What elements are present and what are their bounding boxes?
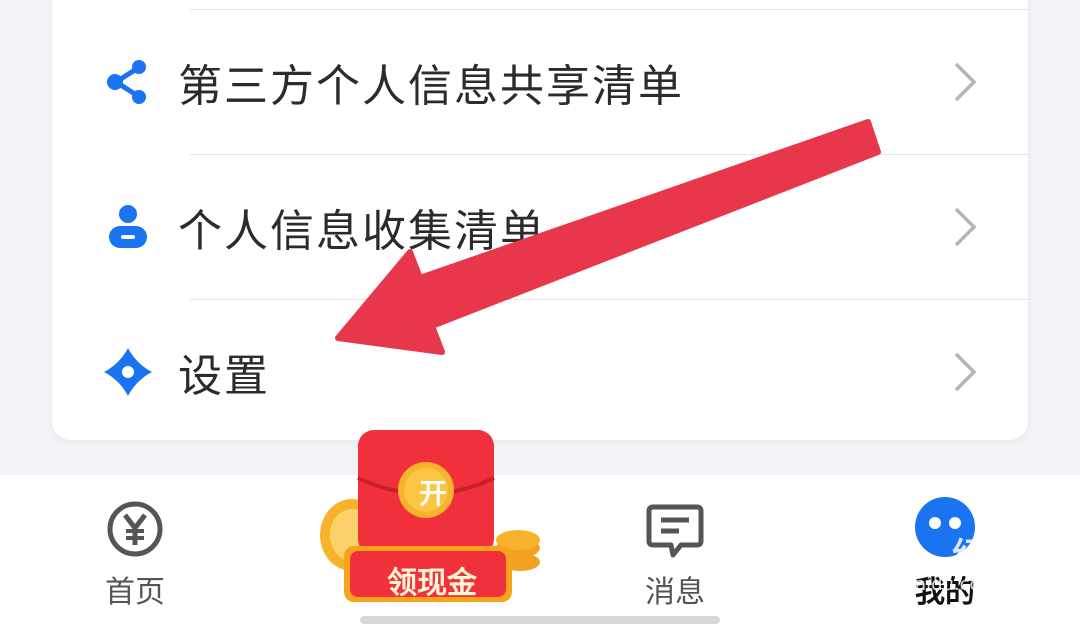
tab-home-label: 首页 (105, 575, 165, 610)
tab-me[interactable]: 我的 (865, 475, 1025, 625)
tab-me-label: 我的 (915, 575, 975, 610)
cash-open-label: 开 (418, 477, 447, 510)
yuan-icon (107, 501, 163, 557)
settings-icon (100, 344, 156, 400)
chevron-right-icon (954, 207, 977, 247)
chevron-right-icon (954, 352, 977, 392)
chevron-right-icon (954, 62, 977, 102)
tab-messages[interactable]: 消息 (595, 475, 755, 625)
person-icon (100, 199, 156, 255)
menu-item-info-collection[interactable]: 个人信息收集清单 (52, 155, 1028, 299)
avatar-icon (915, 497, 975, 557)
menu-item-label: 设置 (178, 351, 270, 402)
menu-item-label: 第三方个人信息共享清单 (178, 61, 684, 112)
share-icon (100, 54, 156, 110)
cash-red-packet-button[interactable]: 开 领现金 (310, 430, 550, 615)
menu-item-label: 个人信息收集清单 (178, 206, 546, 257)
menu-item-settings[interactable]: 设置 (52, 300, 1028, 444)
cash-label: 领现金 (387, 566, 477, 601)
menu-item-third-party-sharing[interactable]: 第三方个人信息共享清单 (52, 10, 1028, 154)
home-indicator (360, 616, 720, 624)
tab-messages-label: 消息 (645, 575, 705, 610)
tab-home[interactable]: 首页 (55, 475, 215, 625)
message-icon (646, 504, 704, 558)
